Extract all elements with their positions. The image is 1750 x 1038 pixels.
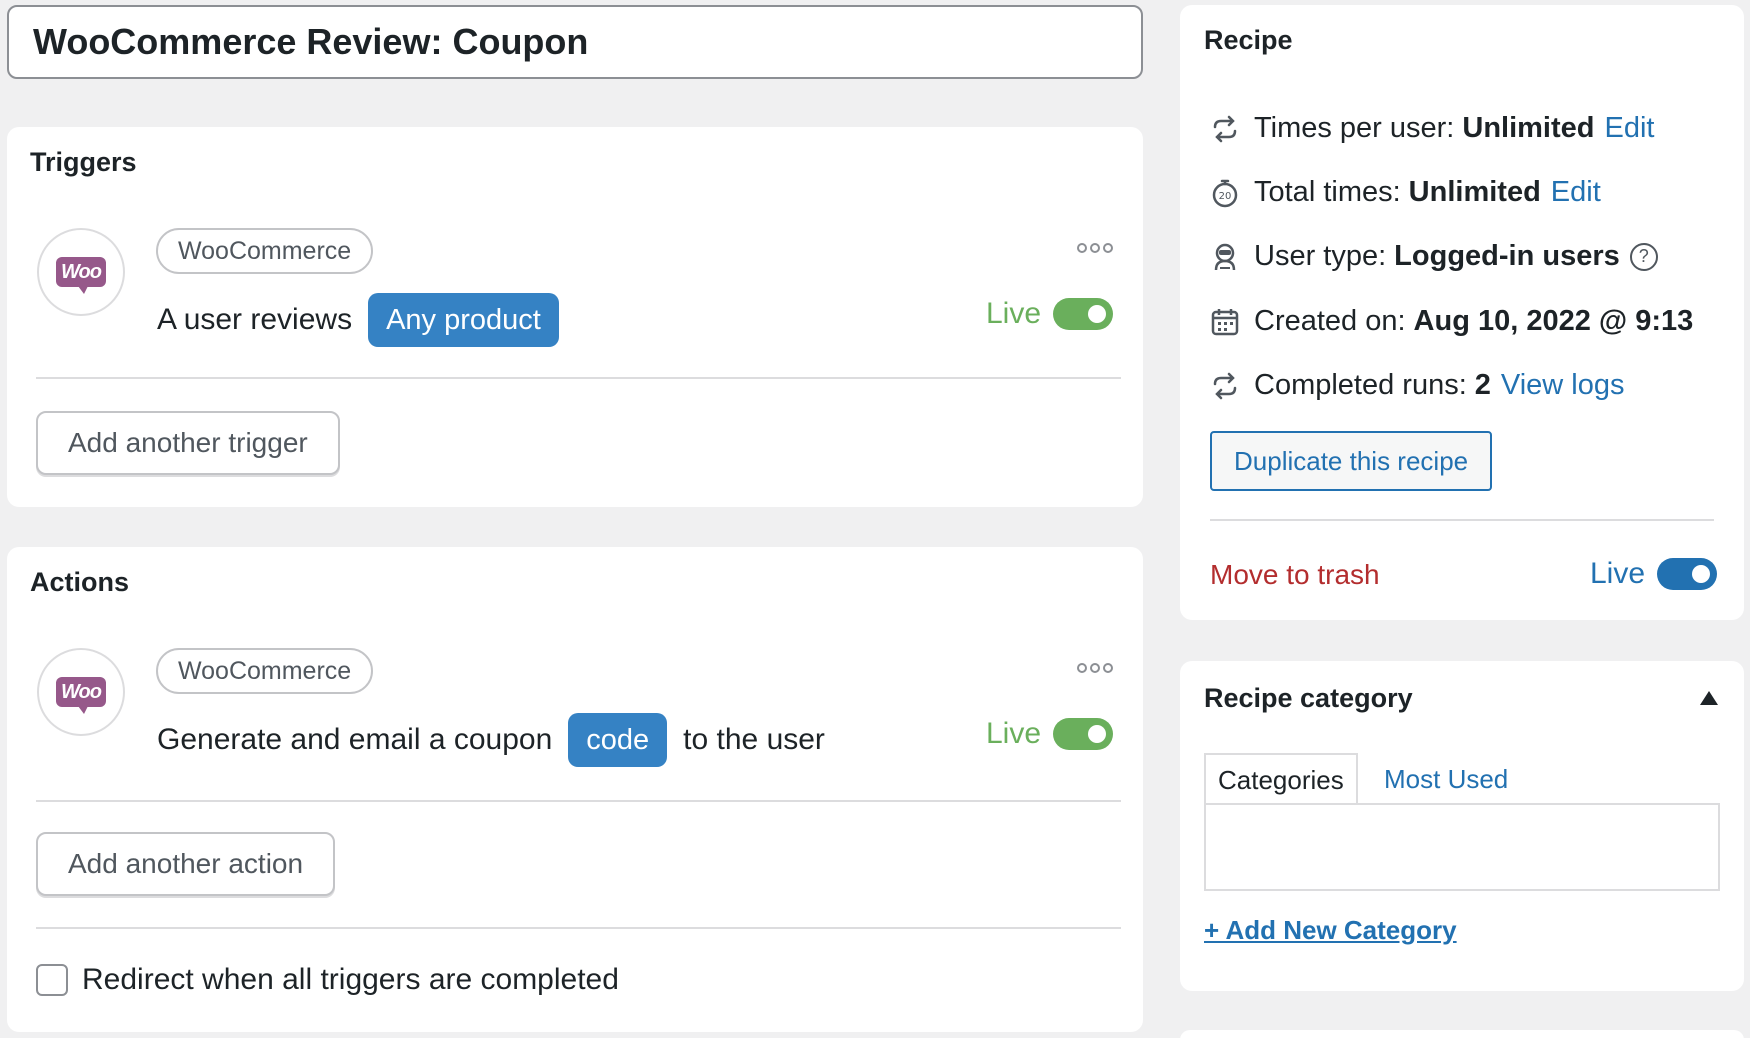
next-panel-edge	[1180, 1030, 1744, 1038]
trigger-divider	[36, 377, 1121, 379]
triggers-heading: Triggers	[30, 147, 137, 177]
times-per-user-label: Times per user:	[1254, 112, 1455, 144]
user-type-value: Logged-in users	[1394, 240, 1620, 272]
trigger-status: Live	[986, 297, 1114, 331]
user-robot-icon	[1210, 242, 1240, 272]
trigger-token-any-product[interactable]: Any product	[368, 293, 559, 347]
completed-runs-row: Completed runs: 2 View logs	[1210, 369, 1625, 402]
trigger-live-label: Live	[986, 297, 1042, 330]
add-action-button[interactable]: Add another action	[36, 832, 336, 896]
refresh-icon	[1210, 371, 1240, 401]
actions-panel: Actions Woo WooCommerce Generate and ema…	[7, 547, 1143, 1032]
recipe-live-toggle[interactable]	[1657, 558, 1718, 590]
recipe-title-input[interactable]	[33, 21, 1141, 63]
recipe-category-heading: Recipe category	[1204, 683, 1413, 713]
recipe-divider	[1210, 519, 1714, 521]
trigger-integration-pill: WooCommerce	[156, 228, 374, 274]
actions-heading: Actions	[30, 567, 130, 597]
calendar-icon	[1210, 307, 1240, 337]
view-logs-link[interactable]: View logs	[1501, 369, 1625, 402]
action-sentence: Generate and email a coupon code to the …	[157, 713, 825, 767]
redirect-label: Redirect when all triggers are completed	[82, 963, 619, 996]
total-times-value: Unlimited	[1408, 176, 1541, 208]
times-per-user-value: Unlimited	[1462, 112, 1595, 144]
created-on-row: Created on: Aug 10, 2022 @ 9:13	[1210, 305, 1693, 338]
help-icon[interactable]: ?	[1629, 242, 1658, 271]
recipe-category-panel: Recipe category Categories Most Used + A…	[1180, 661, 1744, 991]
woocommerce-logo: Woo	[37, 648, 125, 736]
more-options-icon[interactable]	[1077, 243, 1113, 253]
action-token-code[interactable]: code	[568, 713, 668, 767]
caret-up-icon[interactable]	[1700, 691, 1718, 705]
add-trigger-button[interactable]: Add another trigger	[36, 411, 340, 475]
total-times-edit-link[interactable]: Edit	[1551, 176, 1601, 209]
trigger-sentence: A user reviews Any product	[157, 293, 559, 347]
duplicate-recipe-button[interactable]: Duplicate this recipe	[1210, 431, 1493, 491]
action-live-label: Live	[986, 717, 1042, 750]
action-integration-pill: WooCommerce	[156, 648, 374, 694]
completed-runs-label: Completed runs:	[1254, 369, 1467, 401]
created-on-value: Aug 10, 2022 @ 9:13	[1413, 305, 1694, 337]
triggers-panel: Triggers Woo WooCommerce A user reviews …	[7, 127, 1143, 507]
times-per-user-edit-link[interactable]: Edit	[1605, 112, 1655, 145]
redirect-divider	[36, 927, 1121, 929]
svg-text:20: 20	[1219, 191, 1232, 202]
stopwatch-icon: 20	[1210, 178, 1240, 208]
refresh-icon	[1210, 114, 1240, 144]
redirect-checkbox[interactable]	[36, 964, 68, 996]
more-options-icon[interactable]	[1077, 663, 1113, 673]
action-status: Live	[986, 717, 1114, 751]
user-type-row: User type: Logged-in users ?	[1210, 240, 1658, 273]
total-times-row: 20 Total times: Unlimited Edit	[1210, 176, 1601, 209]
total-times-label: Total times:	[1254, 176, 1401, 208]
trigger-live-toggle[interactable]	[1053, 298, 1114, 330]
trigger-sentence-text: A user reviews	[157, 303, 353, 336]
woocommerce-logo: Woo	[37, 228, 125, 316]
created-on-label: Created on:	[1254, 305, 1406, 337]
action-live-toggle[interactable]	[1053, 718, 1114, 750]
recipe-title-field[interactable]	[7, 5, 1143, 79]
recipe-status: Live	[1590, 557, 1718, 591]
recipe-live-label: Live	[1590, 557, 1646, 590]
times-per-user-row: Times per user: Unlimited Edit	[1210, 112, 1654, 145]
move-to-trash-link[interactable]: Move to trash	[1210, 559, 1380, 591]
user-type-label: User type:	[1254, 240, 1387, 272]
action-sentence-suffix: to the user	[683, 723, 825, 756]
recipe-heading: Recipe	[1204, 25, 1293, 55]
completed-runs-value: 2	[1474, 369, 1491, 401]
tab-most-used[interactable]: Most Used	[1372, 753, 1520, 805]
tab-categories[interactable]: Categories	[1204, 753, 1358, 805]
categories-list-box	[1204, 803, 1720, 891]
action-sentence-prefix: Generate and email a coupon	[157, 723, 553, 756]
recipe-panel: Recipe Times per user: Unlimited Edit 20…	[1180, 5, 1744, 620]
action-divider	[36, 800, 1121, 802]
add-new-category-link[interactable]: + Add New Category	[1204, 915, 1457, 946]
